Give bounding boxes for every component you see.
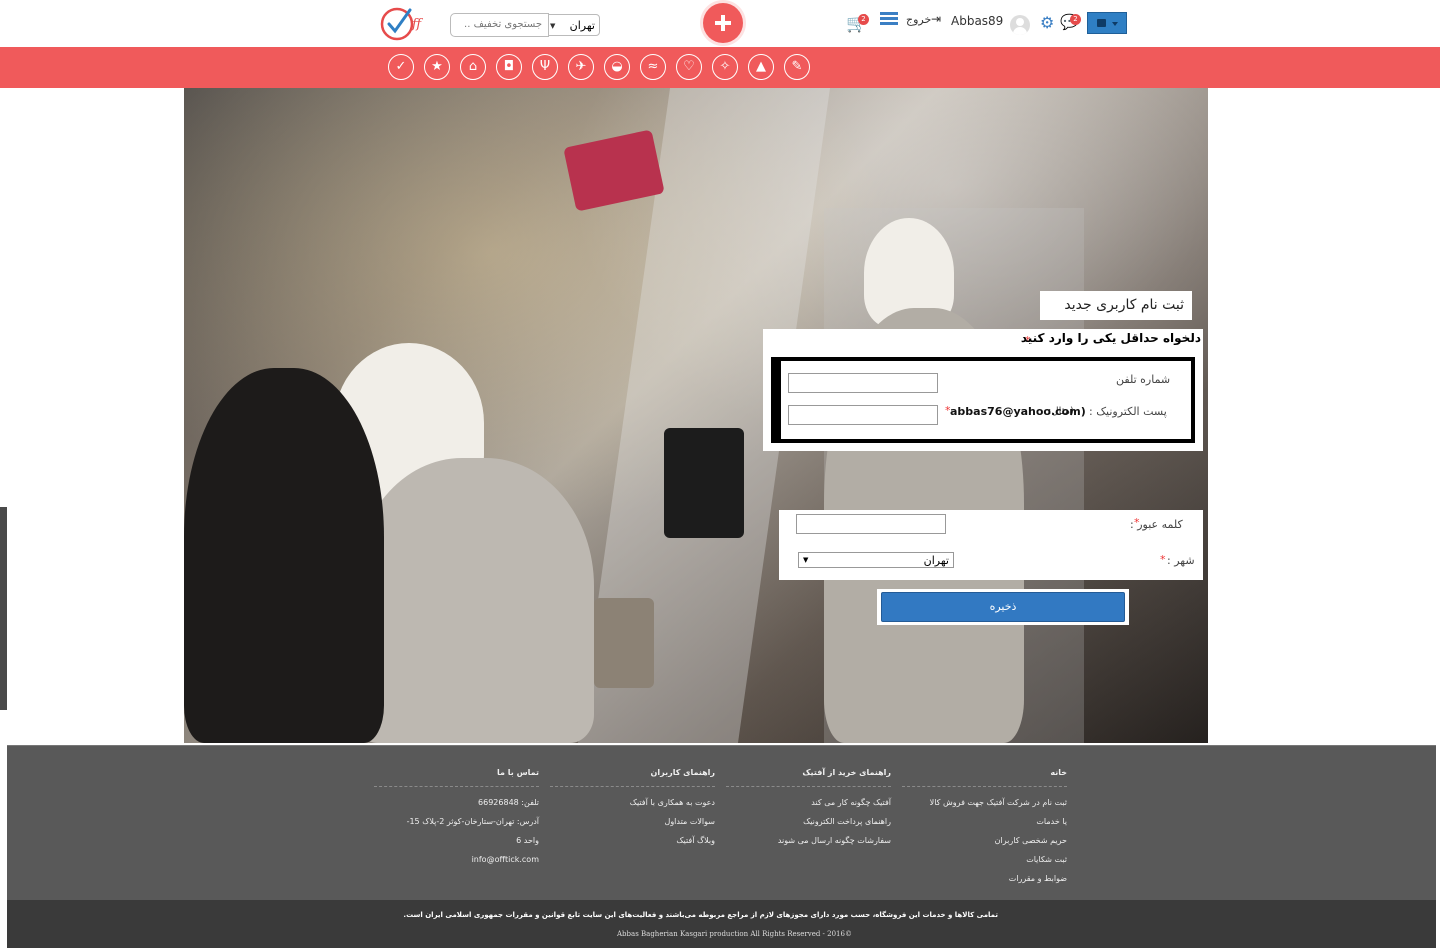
footer-col-home-item[interactable]: ثبت نام در شرکت آفتیک جهت فروش کالا — [902, 798, 1067, 807]
footer-divider — [726, 786, 891, 787]
phone-label: شماره تلفن — [1116, 373, 1171, 386]
required-mark: * — [1134, 516, 1140, 529]
add-offer-button[interactable] — [703, 3, 743, 43]
save-button[interactable]: ذخیره — [881, 592, 1125, 622]
footer-col-home-item[interactable]: حریم شخصی کاربران — [902, 836, 1067, 845]
footer-col-buy-guide-title[interactable]: راهنمای خرید از آفتیک — [726, 768, 891, 782]
copyright: Abbas Bagherian Kasgari production All R… — [617, 930, 852, 938]
save-button-wrap: ذخیره — [877, 589, 1129, 625]
gear-icon[interactable]: ⚙ — [1040, 13, 1054, 32]
footer-col-home-item[interactable]: ثبت شکایات — [902, 855, 1067, 864]
right-edge-strip — [1436, 878, 1440, 948]
footer-col-user-guide-item[interactable]: دعوت به همکاری با آفتیک — [550, 798, 715, 807]
email-hint: abbas76@yahoo.com) — [950, 405, 1086, 418]
plane-icon[interactable]: ✈ — [568, 54, 594, 80]
footer-col-user-guide-title[interactable]: راهنمای کاربران — [550, 768, 715, 782]
search-input[interactable]: جستجوی تخفیف .. — [450, 13, 549, 37]
check-icon[interactable]: ✓ — [388, 54, 414, 80]
list-icon[interactable] — [880, 12, 898, 28]
password-city-box: کلمه عبور : * شهر : * تهران ▼ — [779, 510, 1203, 580]
username[interactable]: Abbas89 — [951, 14, 1003, 28]
required-mark: * — [945, 404, 951, 417]
footer-col-contact-item[interactable]: واحد 6 — [374, 836, 539, 845]
footer-col-buy-guide-item[interactable]: راهنمای پرداخت الکترونیک — [726, 817, 891, 826]
building-icon[interactable]: ⌂ — [460, 54, 486, 80]
footer-col-home-title[interactable]: خانه — [902, 768, 1067, 782]
gift-icon[interactable]: ✧ — [712, 54, 738, 80]
form-subtitle-bar: * دلخواه حداقل یکی را وارد کنید — [763, 329, 1203, 351]
footer-col-contact-item[interactable]: info@offtick.com — [374, 855, 539, 864]
footer-col-home-item[interactable]: یا خدمات — [902, 817, 1067, 826]
cart-count-badge: 2 — [858, 14, 869, 25]
city-dropdown[interactable]: تهران ▼ — [798, 552, 954, 568]
left-edge-strip — [0, 507, 7, 710]
logout-link[interactable]: خروج — [906, 13, 931, 26]
account-dropdown-button[interactable] — [1087, 12, 1127, 34]
footer-col-user-guide-item[interactable]: وبلاگ آفتیک — [550, 836, 715, 845]
footer-col-contact-item[interactable]: تلفن: 66926848 — [374, 798, 539, 807]
logout-icon[interactable]: ⇥ — [931, 12, 941, 26]
form-subtitle: دلخواه حداقل یکی را وارد کنید — [1020, 331, 1201, 345]
swim-icon[interactable]: ≈ — [640, 54, 666, 80]
messages-count-badge: 2 — [1070, 14, 1081, 25]
email-label: پست الکترونیک : — [1089, 405, 1167, 418]
restaurant-icon[interactable]: Ψ — [532, 54, 558, 80]
city-select[interactable]: تهران ▼ — [547, 14, 600, 36]
city-dropdown-value: تهران — [923, 554, 949, 567]
beauty-icon[interactable]: ✎ — [784, 54, 810, 80]
avatar[interactable] — [1010, 15, 1030, 35]
email-field[interactable] — [788, 405, 938, 425]
offtick-logo[interactable]: ff — [380, 4, 428, 42]
food-icon[interactable]: ◒ — [604, 54, 630, 80]
footer-col-contact-title[interactable]: تماس با ما — [374, 768, 539, 782]
footer-divider — [550, 786, 715, 787]
graduation-icon[interactable]: ▲ — [748, 54, 774, 80]
city-select-value: تهران — [569, 19, 595, 32]
legal-notice: تمامی کالاها و خدمات این فروشگاه، حسب مو… — [403, 911, 998, 919]
footer-divider — [374, 786, 539, 787]
star-icon[interactable]: ★ — [424, 54, 450, 80]
city-label: شهر : — [1167, 554, 1195, 567]
password-field[interactable] — [796, 514, 946, 534]
footer: خانه ثبت نام در شرکت آفتیک جهت فروش کالا ی… — [7, 745, 1436, 901]
footer-col-user-guide-item[interactable]: سوالات متداول — [550, 817, 716, 826]
footer-divider — [902, 786, 1067, 787]
top-bar: ff تهران ▼ جستجوی تخفیف .. 🛒 2 خروج ⇥ Ab… — [0, 0, 1440, 47]
footer-col-buy-guide-item[interactable]: سفارشات چگونه ارسال می شوند — [726, 836, 891, 845]
required-mark: * — [1160, 553, 1166, 566]
chevron-down-icon: ▼ — [803, 556, 809, 564]
chevron-down-icon: ▼ — [550, 22, 556, 30]
svg-text:ff: ff — [411, 17, 424, 32]
car-icon[interactable]: ◘ — [496, 54, 522, 80]
footer-col-buy-guide-item[interactable]: آفتیک چگونه کار می کند — [726, 798, 891, 807]
contact-fields-box: شماره تلفن پست الکترونیک : (مثال: abbas7… — [763, 351, 1203, 451]
footer-col-contact-item[interactable]: آدرس: تهران-ستارخان-کوثر 2-پلاک 15- — [374, 817, 539, 826]
footer-bottom: تمامی کالاها و خدمات این فروشگاه، حسب مو… — [7, 900, 1436, 948]
footer-col-home-item[interactable]: ضوابط و مقررات — [902, 874, 1067, 883]
phone-field[interactable] — [788, 373, 938, 393]
heartbeat-icon[interactable]: ♡ — [676, 54, 702, 80]
category-bar: ✓ ★ ⌂ ◘ Ψ ✈ ◒ ≈ ♡ ✧ ▲ ✎ — [0, 47, 1440, 88]
form-title: ثبت نام کاربری جدید — [1040, 291, 1192, 320]
contact-fields-border — [771, 357, 1195, 443]
